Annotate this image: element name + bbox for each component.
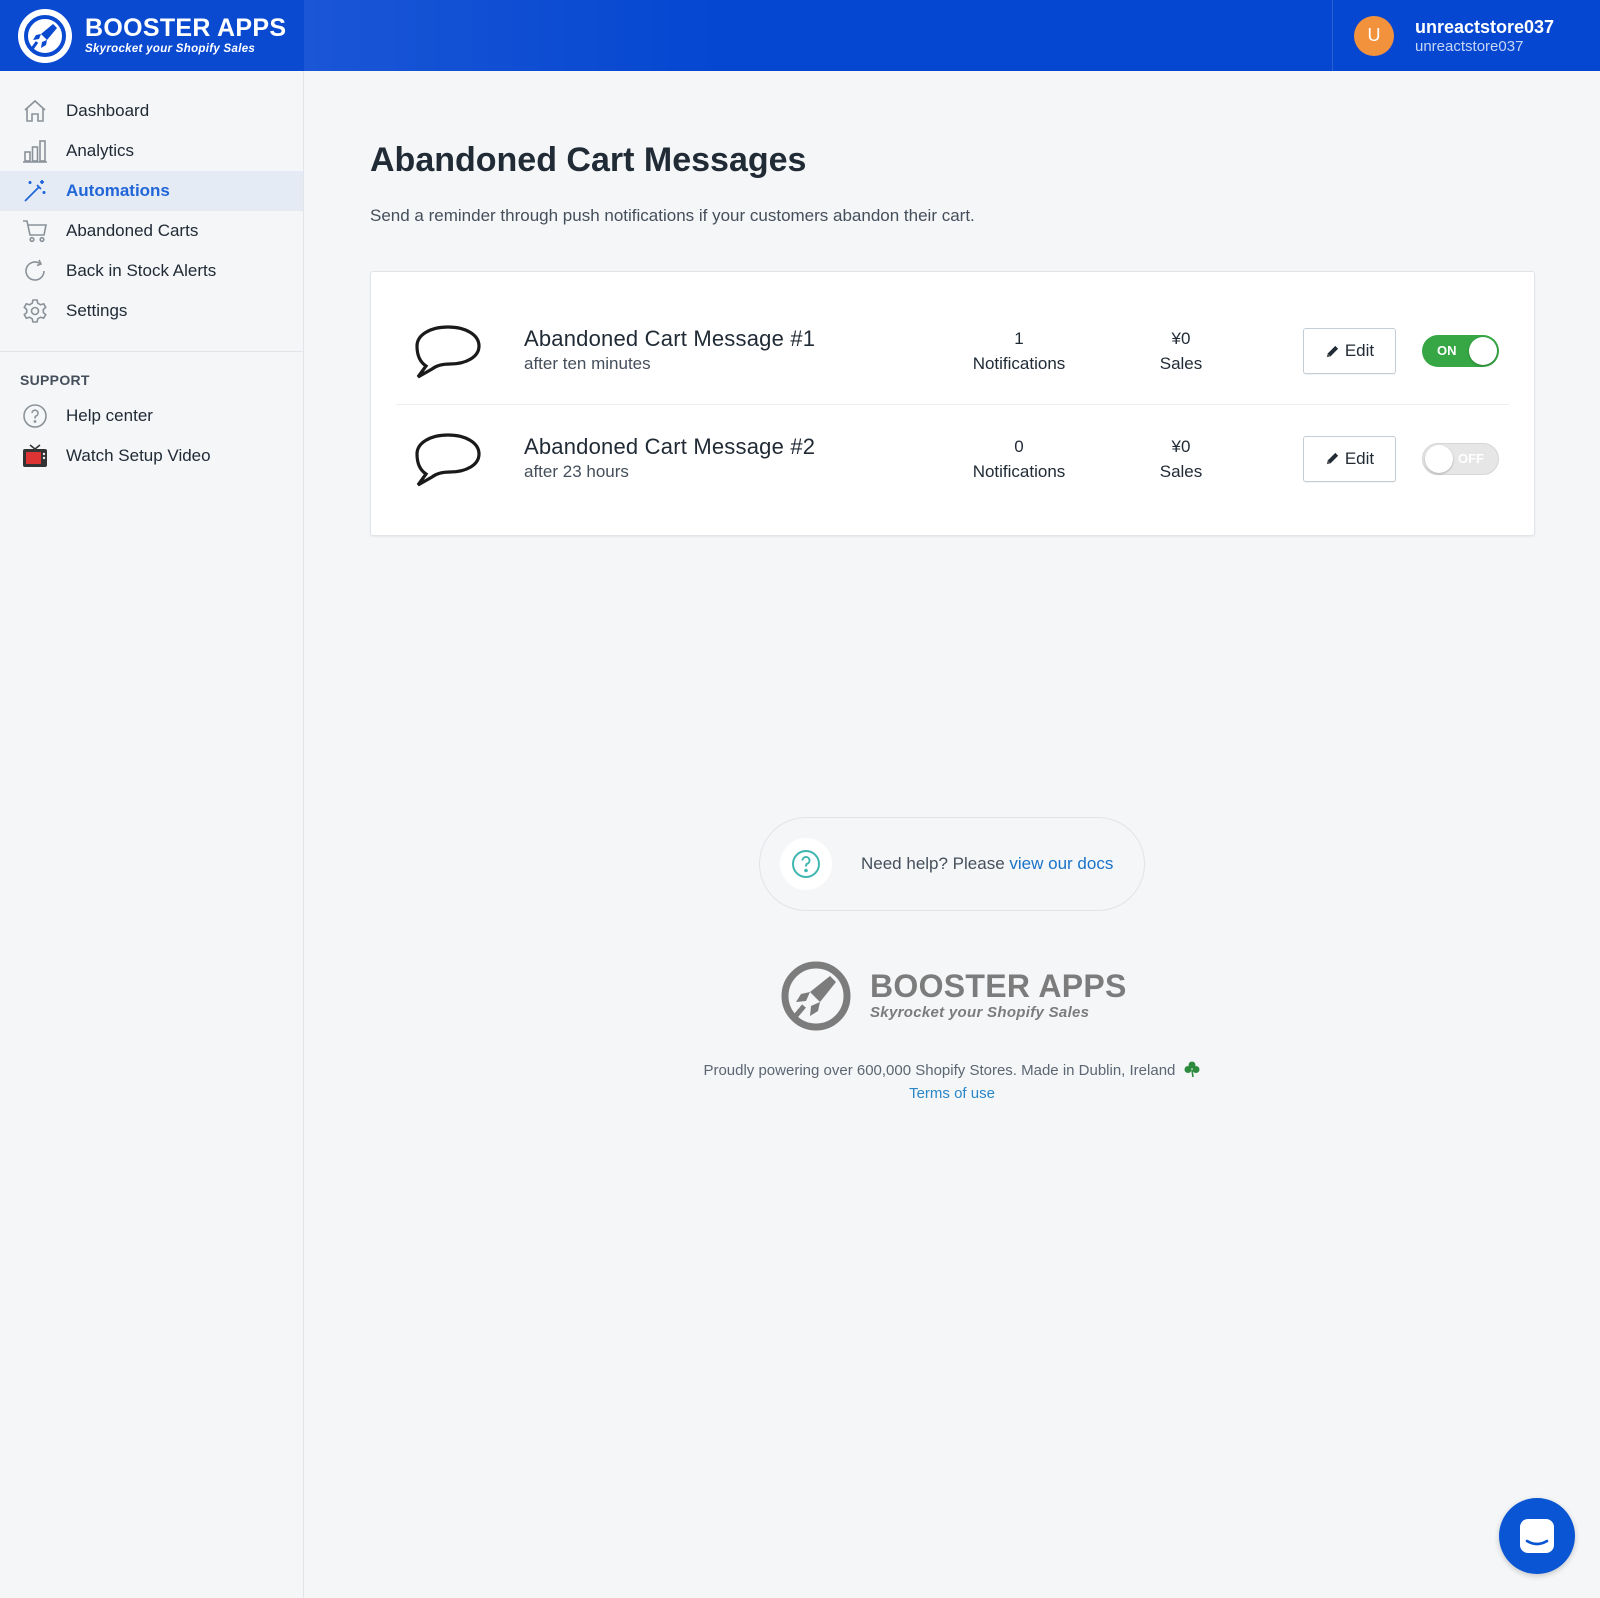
- edit-button[interactable]: Edit: [1303, 328, 1396, 374]
- topbar-spacer: [304, 0, 1332, 71]
- message-timing: after 23 hours: [524, 461, 629, 481]
- footer-logo: BOOSTER APPS Skyrocket your Shopify Sale…: [780, 960, 1127, 1032]
- question-circle-icon: [20, 401, 50, 431]
- sidebar-item-automations[interactable]: Automations: [0, 171, 303, 211]
- sales-label: Sales: [1159, 354, 1203, 373]
- brand-tagline: Skyrocket your Shopify Sales: [85, 42, 256, 55]
- question-circle-icon: [780, 838, 832, 890]
- avatar: U: [1354, 15, 1394, 56]
- brand[interactable]: BOOSTER APPS Skyrocket your Shopify Sale…: [0, 0, 304, 71]
- sidebar-item-label: Settings: [66, 301, 128, 320]
- view-docs-link[interactable]: view our docs: [1009, 854, 1113, 873]
- terms-of-use-link[interactable]: Terms of use: [600, 1085, 1304, 1102]
- toggle-knob: [1469, 337, 1497, 365]
- sidebar-item-abandoned-carts[interactable]: Abandoned Carts: [0, 211, 303, 251]
- page-subtitle: Send a reminder through push notificatio…: [370, 206, 975, 225]
- list-item: Abandoned Cart Message #2 after 23 hours…: [396, 405, 1509, 512]
- sales-value: ¥0: [1171, 329, 1191, 348]
- notifications-count: 0: [1014, 436, 1024, 456]
- home-icon: [20, 96, 50, 126]
- user-name: unreactstore037: [1415, 16, 1555, 37]
- toggle-label: ON: [1437, 343, 1457, 358]
- magic-wand-icon: [20, 176, 50, 206]
- notifications-label: Notifications: [972, 461, 1066, 481]
- help-banner: Need help? Please view our docs: [759, 817, 1145, 911]
- sidebar: Dashboard Analytics Automations Abandone…: [0, 71, 304, 1598]
- help-text: Need help? Please: [861, 854, 1010, 873]
- shamrock-icon: [1184, 1061, 1200, 1078]
- gear-icon: [20, 296, 50, 326]
- main-content: Abandoned Cart Messages Send a reminder …: [370, 71, 1535, 536]
- user-menu[interactable]: U unreactstore037 unreactstore037: [1332, 0, 1600, 71]
- footer-note-text: Proudly powering over 600,000 Shopify St…: [703, 1062, 1176, 1079]
- sidebar-divider: [0, 351, 303, 352]
- rocket-logo-icon: [781, 961, 851, 1031]
- sidebar-item-settings[interactable]: Settings: [0, 291, 303, 331]
- top-bar: BOOSTER APPS Skyrocket your Shopify Sale…: [0, 0, 1600, 71]
- sidebar-item-watch-setup-video[interactable]: Watch Setup Video: [0, 436, 303, 476]
- message-title: Abandoned Cart Message #2: [524, 433, 816, 459]
- toggle-knob: [1425, 444, 1453, 473]
- sales-label: Sales: [1159, 461, 1203, 481]
- sidebar-item-back-in-stock-alerts[interactable]: Back in Stock Alerts: [0, 251, 303, 291]
- enable-toggle[interactable]: ON: [1422, 335, 1499, 367]
- sidebar-item-analytics[interactable]: Analytics: [0, 131, 303, 171]
- refresh-icon: [20, 256, 50, 286]
- sidebar-item-dashboard[interactable]: Dashboard: [0, 91, 303, 131]
- support-heading: SUPPORT: [20, 372, 90, 388]
- footer-note: Proudly powering over 600,000 Shopify St…: [600, 1060, 1304, 1079]
- speech-bubble-icon: [415, 432, 481, 486]
- user-store: unreactstore037: [1415, 37, 1524, 55]
- sales-stat: ¥0 Sales: [1121, 326, 1241, 376]
- notifications-count: 1: [1014, 329, 1024, 348]
- message-timing: after ten minutes: [524, 354, 651, 373]
- sidebar-item-label: Help center: [66, 406, 153, 425]
- chat-icon: [1520, 1519, 1554, 1553]
- footer-brand-title: BOOSTER APPS: [870, 968, 1127, 1004]
- sales-value: ¥0: [1171, 436, 1191, 456]
- notifications-stat: 0 Notifications: [949, 434, 1089, 484]
- sidebar-item-label: Back in Stock Alerts: [66, 261, 217, 280]
- tv-icon: [20, 441, 50, 471]
- edit-label: Edit: [1344, 341, 1375, 360]
- speech-bubble-icon: [415, 325, 481, 379]
- brand-title: BOOSTER APPS: [85, 13, 287, 42]
- sidebar-item-label: Dashboard: [66, 101, 150, 120]
- sidebar-item-label: Abandoned Carts: [66, 221, 199, 240]
- page-title: Abandoned Cart Messages: [370, 141, 807, 179]
- edit-button[interactable]: Edit: [1303, 435, 1396, 482]
- cart-icon: [20, 216, 50, 246]
- pencil-icon: [1326, 452, 1338, 465]
- enable-toggle[interactable]: OFF: [1422, 442, 1499, 475]
- list-item: Abandoned Cart Message #1 after ten minu…: [396, 298, 1509, 405]
- sidebar-item-label: Automations: [66, 181, 170, 200]
- sidebar-item-label: Watch Setup Video: [66, 446, 211, 465]
- edit-label: Edit: [1344, 448, 1375, 468]
- notifications-label: Notifications: [972, 354, 1066, 373]
- sidebar-item-label: Analytics: [66, 141, 135, 160]
- sidebar-item-help-center[interactable]: Help center: [0, 396, 303, 436]
- toggle-label: OFF: [1458, 450, 1484, 466]
- rocket-logo-icon: [18, 8, 72, 63]
- messages-card: Abandoned Cart Message #1 after ten minu…: [370, 271, 1535, 536]
- notifications-stat: 1 Notifications: [949, 326, 1089, 376]
- sales-stat: ¥0 Sales: [1121, 434, 1241, 484]
- bar-chart-icon: [20, 136, 50, 166]
- pencil-icon: [1326, 345, 1338, 357]
- message-title: Abandoned Cart Message #1: [524, 326, 816, 351]
- footer-brand-tagline: Skyrocket your Shopify Sales: [870, 1004, 1090, 1021]
- chat-launcher-button[interactable]: [1499, 1498, 1575, 1574]
